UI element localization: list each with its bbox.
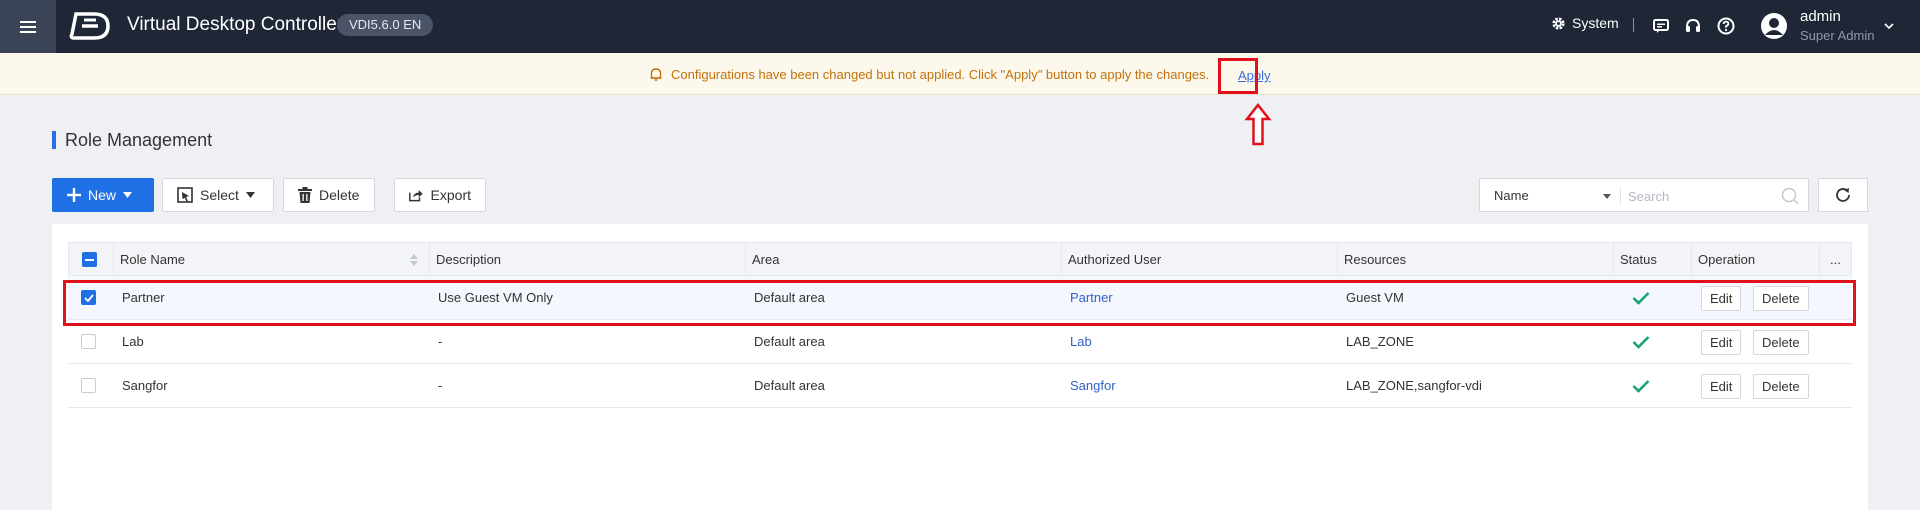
- role-description: -: [438, 334, 443, 349]
- column-label: Resources: [1344, 252, 1407, 267]
- role-resources: LAB_ZONE: [1346, 334, 1414, 349]
- column-role-name[interactable]: Role Name: [113, 243, 429, 277]
- column-more[interactable]: ...: [1819, 243, 1851, 277]
- row-checkbox[interactable]: [81, 334, 96, 349]
- table-row[interactable]: Sangfor - Default area Sangfor LAB_ZONE,…: [68, 364, 1852, 408]
- row-highlight-box: [63, 280, 1856, 326]
- chevron-down-icon[interactable]: [1883, 20, 1895, 32]
- row-checkbox[interactable]: [81, 378, 96, 393]
- new-label: New: [88, 187, 117, 203]
- role-area: Default area: [754, 334, 825, 349]
- caret-down-icon[interactable]: [1602, 191, 1612, 201]
- search-filter: Name: [1479, 178, 1809, 212]
- export-icon: [409, 190, 423, 202]
- table-row[interactable]: Lab - Default area Lab LAB_ZONE Edit Del…: [68, 320, 1852, 364]
- user-avatar-icon[interactable]: [1760, 12, 1788, 40]
- role-name: Lab: [122, 334, 144, 349]
- title-accent: [52, 131, 56, 149]
- column-status: Status: [1613, 243, 1691, 277]
- export-label: Export: [430, 187, 471, 203]
- select-button[interactable]: Select: [162, 178, 274, 212]
- column-label: Authorized User: [1068, 252, 1162, 267]
- role-name: Sangfor: [122, 378, 168, 393]
- column-description: Description: [429, 243, 745, 277]
- authorized-user-link[interactable]: Sangfor: [1062, 364, 1116, 408]
- edit-button[interactable]: Edit: [1701, 374, 1742, 399]
- column-label: Status: [1620, 252, 1657, 267]
- column-label: Operation: [1698, 252, 1756, 267]
- gear-icon: [1552, 16, 1565, 30]
- column-label: Area: [752, 252, 780, 267]
- caret-down-icon: [245, 192, 255, 198]
- caret-down-icon: [123, 192, 133, 198]
- role-area: Default area: [754, 378, 825, 393]
- select-icon: [177, 187, 193, 203]
- version-badge: VDI5.6.0 EN: [337, 14, 434, 36]
- message-icon[interactable]: [1651, 16, 1671, 36]
- check-icon: [1632, 336, 1650, 349]
- logo-icon: [69, 12, 110, 40]
- table-header: Role Name Description Area Authorized Us…: [68, 242, 1852, 277]
- new-button[interactable]: New: [52, 178, 154, 212]
- plus-icon: [67, 188, 81, 202]
- column-area: Area: [745, 243, 1061, 277]
- sort-icon[interactable]: [409, 253, 419, 267]
- more-icon: ...: [1830, 252, 1841, 267]
- system-menu[interactable]: System: [1551, 15, 1619, 31]
- filter-field-select[interactable]: Name: [1494, 188, 1529, 203]
- check-icon: [1632, 380, 1650, 393]
- bell-icon: [650, 68, 662, 81]
- app-title: Virtual Desktop Controller: [127, 14, 344, 35]
- row-delete-button[interactable]: Delete: [1753, 330, 1809, 355]
- column-operation: Operation: [1691, 243, 1819, 277]
- row-delete-button[interactable]: Delete: [1753, 374, 1809, 399]
- menu-button[interactable]: [0, 0, 56, 53]
- trash-icon: [298, 187, 312, 203]
- refresh-button[interactable]: [1818, 178, 1868, 212]
- system-label: System: [1572, 15, 1619, 31]
- role-description: -: [438, 378, 443, 393]
- headset-icon[interactable]: [1683, 16, 1703, 36]
- filter-divider: [1620, 187, 1621, 205]
- select-all-checkbox[interactable]: [82, 252, 97, 267]
- search-icon[interactable]: [1781, 187, 1799, 205]
- menu-icon: [20, 20, 36, 33]
- page-title: Role Management: [65, 130, 213, 150]
- user-name[interactable]: admin: [1800, 8, 1841, 25]
- notice-message: Configurations have been changed but not…: [671, 67, 1210, 82]
- role-resources: LAB_ZONE,sangfor-vdi: [1346, 378, 1482, 393]
- column-authorized-user: Authorized User: [1061, 243, 1337, 277]
- export-button[interactable]: Export: [394, 178, 486, 212]
- user-role: Super Admin: [1800, 28, 1875, 43]
- delete-label: Delete: [319, 187, 360, 203]
- column-label: Description: [436, 252, 502, 267]
- apply-highlight-box: [1218, 58, 1258, 94]
- top-bar: Virtual Desktop Controller VDI5.6.0 EN S…: [0, 0, 1920, 53]
- help-icon[interactable]: [1716, 16, 1736, 36]
- header-checkbox-cell: [69, 243, 113, 277]
- edit-button[interactable]: Edit: [1701, 330, 1742, 355]
- arrow-up-icon: [1244, 103, 1272, 146]
- notice-bar: Configurations have been changed but not…: [0, 53, 1920, 95]
- search-input[interactable]: [1628, 184, 1778, 208]
- authorized-user-link[interactable]: Lab: [1062, 320, 1092, 364]
- column-resources: Resources: [1337, 243, 1613, 277]
- delete-button[interactable]: Delete: [283, 178, 375, 212]
- refresh-icon: [1836, 188, 1850, 202]
- select-label: Select: [200, 187, 239, 203]
- header-divider: [1633, 18, 1634, 32]
- column-label: Role Name: [120, 252, 186, 267]
